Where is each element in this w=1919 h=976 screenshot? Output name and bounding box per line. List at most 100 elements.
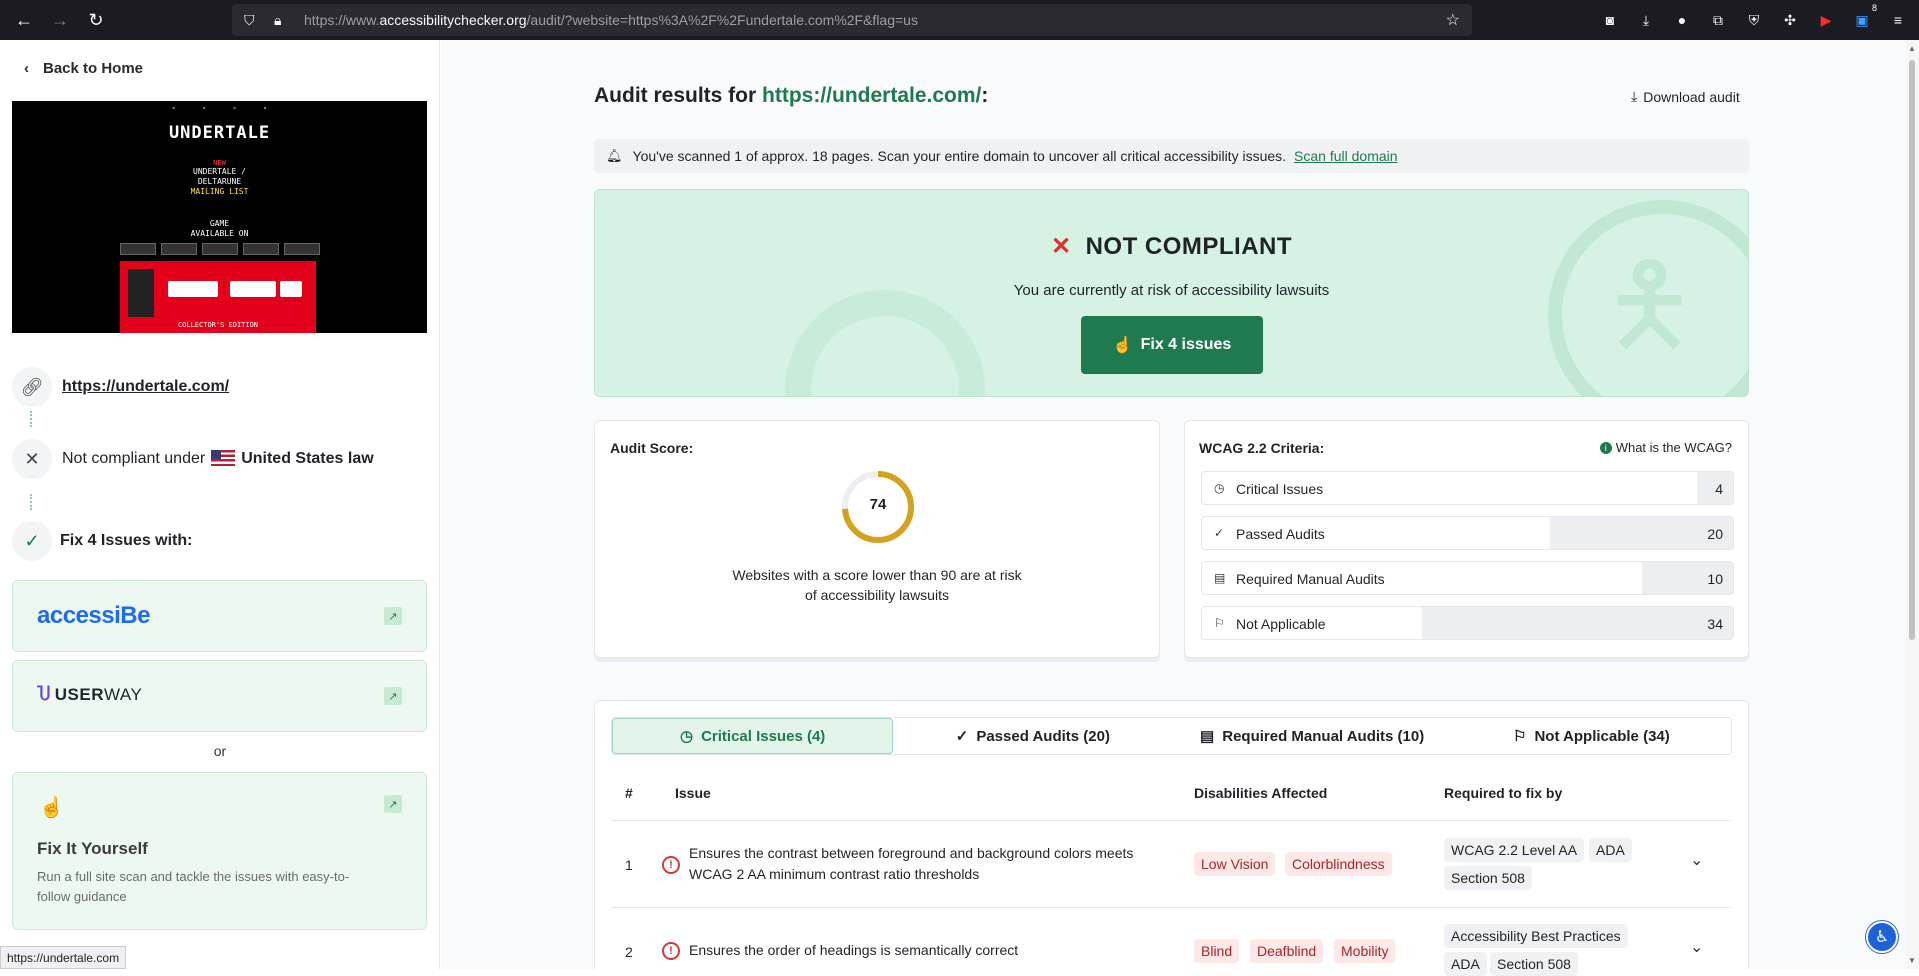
accessibility-widget-button[interactable]: ♿︎ — [1866, 921, 1898, 953]
step-connector — [30, 411, 32, 427]
address-bar[interactable]: ⛉ 🔒︎ https://www.accessibilitychecker.or… — [232, 4, 1472, 36]
fix-yourself-card[interactable]: ☝ ↗ Fix It Yourself Run a full site scan… — [12, 772, 427, 930]
close-icon: ✕ — [12, 439, 52, 479]
alert-icon: ! — [662, 942, 680, 960]
fix-issues-button[interactable]: ☝ Fix 4 issues — [1081, 316, 1263, 374]
requirement-badge: WCAG 2.2 Level AA — [1444, 838, 1585, 862]
compliance-status: ✕ NOT COMPLIANT — [1050, 233, 1293, 260]
status-bar-url: https://undertale.com — [0, 946, 127, 969]
criteria-row-critical: ◷ Critical Issues 4 — [1201, 471, 1734, 505]
disability-badge: Deafblind — [1250, 939, 1324, 963]
x-icon: ✕ — [1050, 233, 1072, 260]
pocket-icon[interactable]: ◙ — [1601, 11, 1619, 29]
url-text: https://www.accessibilitychecker.org/aud… — [304, 12, 918, 28]
clock-alert-icon: ◷ — [679, 728, 694, 745]
risk-message: You are currently at risk of accessibili… — [1013, 282, 1330, 299]
scroll-down-icon[interactable]: ▼ — [1908, 956, 1916, 965]
youtube-icon[interactable]: ▶ — [1817, 11, 1835, 29]
score-message: Websites with a score lower than 90 are … — [732, 567, 1022, 603]
container-icon[interactable]: ▣ 8 — [1853, 3, 1877, 29]
flag-icon: ⚐ — [1513, 728, 1527, 745]
tab-manual-audits[interactable]: ▤ Required Manual Audits (10) — [1173, 718, 1452, 754]
fix-title: Fix 4 Issues with: — [60, 532, 193, 549]
tab-passed-audits[interactable]: ✓ Passed Audits (20) — [893, 718, 1172, 754]
tab-not-applicable[interactable]: ⚐ Not Applicable (34) — [1452, 718, 1731, 754]
userway-card[interactable]: Ⴎ USERWAY ↗ — [12, 660, 427, 732]
external-link-icon: ↗ — [384, 795, 402, 813]
accessibe-card[interactable]: accessiBe ↗ — [12, 580, 427, 652]
compliance-step: ✕ Not compliant under United States law — [12, 439, 374, 479]
accessibe-logo: accessiBe — [37, 602, 150, 629]
ublock-icon[interactable]: ⛨ — [1745, 11, 1763, 29]
bookmark-star-icon[interactable]: ☆ — [1446, 10, 1460, 30]
scan-notice: 🔔︎ You've scanned 1 of approx. 18 pages.… — [594, 139, 1749, 173]
col-header-disabilities: Disabilities Affected — [1194, 785, 1328, 801]
external-link-icon: ↗ — [384, 607, 402, 625]
extension-icon[interactable]: ✣ — [1781, 11, 1799, 29]
scan-full-domain-link[interactable]: Scan full domain — [1294, 148, 1398, 164]
requirement-badge: ADA — [1444, 952, 1487, 976]
criteria-row-passed: ✓ Passed Audits 20 — [1201, 516, 1734, 550]
forward-arrow-icon[interactable]: → — [48, 8, 72, 32]
issue-text: Ensures the contrast between foreground … — [689, 845, 1134, 882]
what-is-wcag-link[interactable]: i What is the WCAG? — [1599, 440, 1732, 455]
divider — [611, 820, 1732, 821]
issue-number: 1 — [625, 857, 633, 873]
col-header-num: # — [625, 785, 633, 801]
account-icon[interactable]: ● — [1673, 11, 1691, 29]
disability-badge: Mobility — [1334, 939, 1396, 963]
chevron-down-icon[interactable]: ⌄ — [1690, 937, 1703, 957]
accessibility-figure-icon: 🯅 — [1601, 243, 1698, 366]
alert-icon: ! — [662, 856, 680, 874]
requirement-badge: Accessibility Best Practices — [1444, 924, 1628, 948]
menu-icon[interactable]: ≡ — [1889, 11, 1907, 29]
back-to-home-link[interactable]: ‹ Back to Home — [24, 60, 143, 77]
compliance-banner: 🯅 ✕ NOT COMPLIANT You are currently at ri… — [594, 189, 1749, 397]
link-icon: 🔗︎ — [12, 367, 52, 407]
wcag-criteria-card: WCAG 2.2 Criteria: i What is the WCAG? ◷ … — [1184, 420, 1749, 658]
badge-count: 8 — [1871, 3, 1877, 13]
document-icon: ▤ — [1200, 728, 1215, 745]
lock-icon[interactable]: 🔒︎ — [274, 12, 292, 29]
download-icon[interactable]: ⤓ — [1637, 11, 1655, 29]
reload-icon[interactable]: ↻ — [84, 8, 108, 32]
tab-critical-issues[interactable]: ◷ Critical Issues (4) — [612, 718, 894, 754]
hand-pointer-icon: ☝ — [1112, 337, 1133, 354]
requirement-badge: Section 508 — [1444, 866, 1532, 890]
clock-alert-icon: ◷ — [1214, 481, 1225, 495]
issue-number: 2 — [625, 944, 633, 960]
disability-badge: Colorblindness — [1285, 852, 1392, 876]
browser-toolbar: ← → ↻ ⛉ 🔒︎ https://www.accessibilitychec… — [0, 0, 1919, 40]
preview-platforms — [120, 243, 320, 255]
chevron-down-icon[interactable]: ⌄ — [1690, 850, 1703, 870]
divider — [611, 907, 1732, 908]
score-gauge: 74 — [840, 469, 916, 545]
col-header-required: Required to fix by — [1444, 785, 1563, 801]
disability-badge: Low Vision — [1194, 852, 1276, 876]
decorative-circle — [785, 290, 985, 396]
requirement-badge: Section 508 — [1490, 952, 1578, 976]
preview-game: GAME AVAILABLE ON — [190, 219, 249, 238]
chevron-left-icon: ‹ — [24, 60, 29, 77]
diy-text: Run a full site scan and tackle the issu… — [37, 869, 350, 904]
userway-logo: Ⴎ USERWAY — [37, 685, 143, 704]
site-link[interactable]: https://undertale.com/ — [62, 378, 229, 396]
bell-icon: 🔔︎ — [606, 148, 623, 163]
scroll-up-icon[interactable]: ▲ — [1908, 44, 1916, 53]
fix-step: ✓ Fix 4 Issues with: — [12, 521, 192, 561]
issue-text: Ensures the order of headings is semanti… — [689, 942, 1019, 958]
download-audit-button[interactable]: ⤓ Download audit — [1631, 88, 1740, 105]
shield-icon[interactable]: ⛉ — [244, 12, 262, 29]
audited-site-link[interactable]: https://undertale.com/ — [762, 84, 981, 107]
download-icon: ⤓ — [1631, 88, 1638, 104]
wcag-title: WCAG 2.2 Criteria: — [1199, 440, 1325, 456]
scrollbar[interactable]: ▲ ▼ — [1906, 40, 1919, 969]
back-arrow-icon[interactable]: ← — [12, 8, 36, 32]
scrollbar-thumb[interactable] — [1909, 60, 1915, 640]
site-preview-image: ■ ■ ■ ■ UNDERTALE NEW UNDERTALE / DELTARUNE… — [12, 101, 427, 333]
notice-text: You've scanned 1 of approx. 18 pages. Sc… — [632, 148, 1287, 164]
hand-pointer-icon: ☝ — [39, 797, 64, 819]
issue-tabs: ◷ Critical Issues (4) ✓ Passed Audits (20)… — [611, 717, 1732, 755]
or-divider: or — [213, 743, 227, 759]
extensions-icon[interactable]: ⧉ — [1709, 11, 1727, 29]
